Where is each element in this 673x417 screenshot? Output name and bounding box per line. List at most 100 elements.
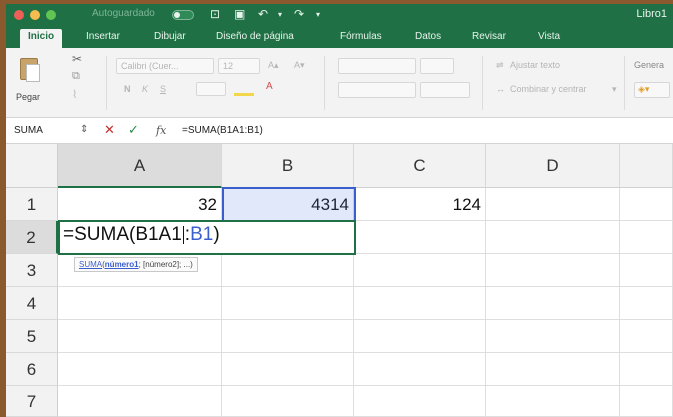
cell-e1[interactable] xyxy=(620,188,673,221)
row-header-1[interactable]: 1 xyxy=(6,188,58,221)
fill-color-icon[interactable] xyxy=(234,82,254,96)
cell-e5[interactable] xyxy=(620,320,673,353)
tab-insertar[interactable]: Insertar xyxy=(86,31,120,42)
format-painter-icon[interactable]: ⌇ xyxy=(72,88,77,101)
tab-revisar[interactable]: Revisar xyxy=(472,31,506,42)
horizontal-align-buttons[interactable] xyxy=(338,82,416,98)
name-box-stepper-icon[interactable]: ⇕ xyxy=(80,124,88,135)
cell-a5[interactable] xyxy=(58,320,222,353)
cell-b5[interactable] xyxy=(222,320,354,353)
select-all-corner[interactable] xyxy=(6,144,58,188)
indent-buttons[interactable] xyxy=(420,82,470,98)
zoom-window-button[interactable] xyxy=(46,10,56,20)
cell-b7[interactable] xyxy=(222,386,354,417)
cell-c4[interactable] xyxy=(354,287,486,320)
copy-icon[interactable]: ⧉ xyxy=(72,70,80,83)
cell-a1[interactable]: 32 xyxy=(58,188,222,221)
cell-e2[interactable] xyxy=(620,221,673,254)
font-name-value: Calibri (Cuer... xyxy=(121,61,179,71)
vertical-align-buttons[interactable] xyxy=(338,58,416,74)
tab-inicio[interactable]: Inicio xyxy=(20,29,63,48)
cell-c5[interactable] xyxy=(354,320,486,353)
undo-icon[interactable]: ↶ xyxy=(258,7,268,21)
cut-icon[interactable]: ✂ xyxy=(72,52,82,66)
row-header-7[interactable]: 7 xyxy=(6,386,58,417)
number-format-select[interactable]: Genera xyxy=(634,60,664,70)
font-color-icon[interactable]: A xyxy=(266,81,273,92)
tooltip-function-link[interactable]: SUMA xyxy=(79,260,102,269)
column-header-d[interactable]: D xyxy=(486,144,620,188)
merge-center-icon[interactable]: ↔ xyxy=(496,84,505,94)
column-header-c[interactable]: C xyxy=(354,144,486,188)
cell-b1[interactable]: 4314 xyxy=(222,188,354,221)
underline-button[interactable]: S xyxy=(160,84,166,94)
cell-c1[interactable]: 124 xyxy=(354,188,486,221)
tab-datos[interactable]: Datos xyxy=(415,31,441,42)
customize-toolbar-icon[interactable]: ▾ xyxy=(316,10,320,19)
cell-c6[interactable] xyxy=(354,353,486,386)
cell-e3[interactable] xyxy=(620,254,673,287)
cell-c7[interactable] xyxy=(354,386,486,417)
tab-formulas[interactable]: Fórmulas xyxy=(340,31,382,42)
row-header-6[interactable]: 6 xyxy=(6,353,58,386)
cell-d2[interactable] xyxy=(486,221,620,254)
tab-dibujar[interactable]: Dibujar xyxy=(154,31,186,42)
ribbon-tabs: Inicio Insertar Dibujar Diseño de página… xyxy=(6,26,673,48)
insert-function-button[interactable]: fx xyxy=(156,124,166,137)
accounting-format-button[interactable]: ◈▾ xyxy=(634,82,670,98)
font-name-select[interactable]: Calibri (Cuer... xyxy=(116,58,214,74)
merge-dropdown-icon[interactable]: ▾ xyxy=(612,84,617,95)
ribbon-home: Pegar ✂ ⧉ ⌇ Calibri (Cuer... 12 A▴ A▾ N … xyxy=(6,48,673,118)
cell-c2[interactable] xyxy=(354,221,486,254)
cell-a4[interactable] xyxy=(58,287,222,320)
name-box[interactable]: SUMA xyxy=(14,125,43,136)
column-header-a[interactable]: A xyxy=(58,144,222,188)
row-header-2[interactable]: 2 xyxy=(6,221,58,254)
column-header-e[interactable] xyxy=(620,144,673,188)
tab-vista[interactable]: Vista xyxy=(538,31,560,42)
cell-e6[interactable] xyxy=(620,353,673,386)
font-size-select[interactable]: 12 xyxy=(218,58,260,74)
close-window-button[interactable] xyxy=(14,10,24,20)
italic-button[interactable]: K xyxy=(142,84,148,94)
tab-diseno-de-pagina[interactable]: Diseño de página xyxy=(216,31,294,42)
undo-dropdown-icon[interactable]: ▾ xyxy=(278,10,282,19)
enter-icon[interactable]: ✓ xyxy=(128,122,139,138)
increase-font-icon[interactable]: A▴ xyxy=(268,60,279,71)
wrap-text-icon[interactable]: ⇌ xyxy=(496,60,504,71)
row-header-3[interactable]: 3 xyxy=(6,254,58,287)
merge-center-label[interactable]: Combinar y centrar xyxy=(510,84,587,94)
cell-a6[interactable] xyxy=(58,353,222,386)
cell-d3[interactable] xyxy=(486,254,620,287)
orientation-button[interactable] xyxy=(420,58,454,74)
ribbon-divider xyxy=(624,56,625,110)
save-icon[interactable]: ▣ xyxy=(234,7,245,21)
cell-e4[interactable] xyxy=(620,287,673,320)
home-icon[interactable]: ⊡ xyxy=(210,7,220,21)
cell-a2-editor[interactable]: =SUMA(B1A1:B1) xyxy=(58,220,356,255)
cell-e7[interactable] xyxy=(620,386,673,417)
cell-d4[interactable] xyxy=(486,287,620,320)
cell-b3[interactable] xyxy=(222,254,354,287)
cell-d1[interactable] xyxy=(486,188,620,221)
cell-d6[interactable] xyxy=(486,353,620,386)
autosave-toggle[interactable] xyxy=(172,10,194,20)
cell-b6[interactable] xyxy=(222,353,354,386)
redo-icon[interactable]: ↷ xyxy=(294,7,304,21)
formula-input[interactable]: =SUMA(B1A1:B1) xyxy=(182,125,263,136)
cancel-icon[interactable]: ✕ xyxy=(104,122,115,138)
cell-c3[interactable] xyxy=(354,254,486,287)
cell-a7[interactable] xyxy=(58,386,222,417)
row-header-5[interactable]: 5 xyxy=(6,320,58,353)
cell-b4[interactable] xyxy=(222,287,354,320)
cell-d7[interactable] xyxy=(486,386,620,417)
decrease-font-icon[interactable]: A▾ xyxy=(294,60,305,71)
cell-d5[interactable] xyxy=(486,320,620,353)
minimize-window-button[interactable] xyxy=(30,10,40,20)
row-header-4[interactable]: 4 xyxy=(6,287,58,320)
bold-button[interactable]: N xyxy=(124,84,131,94)
wrap-text-label[interactable]: Ajustar texto xyxy=(510,60,560,70)
column-header-b[interactable]: B xyxy=(222,144,354,188)
borders-button[interactable] xyxy=(196,82,226,96)
paste-button[interactable]: Pegar xyxy=(14,54,48,108)
